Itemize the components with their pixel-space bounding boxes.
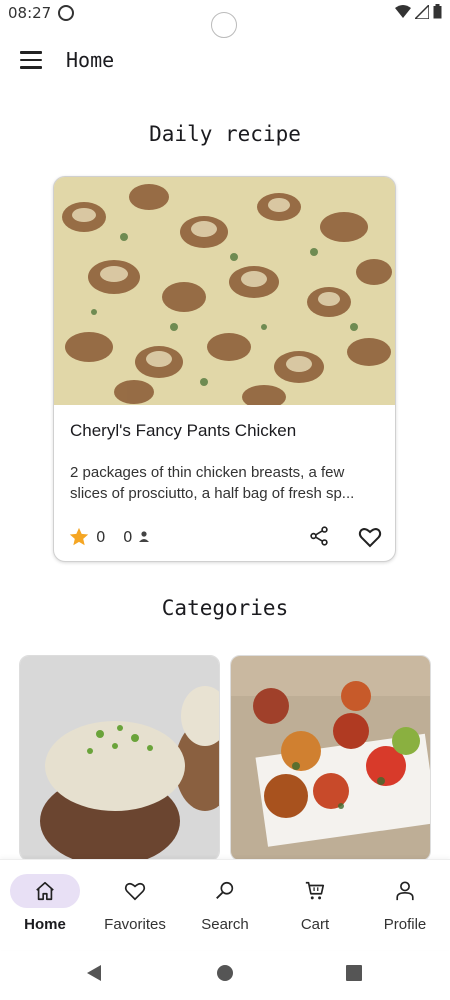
recipe-image <box>54 177 395 405</box>
rating-count: 0 <box>96 528 106 546</box>
recipe-description-line-1: 2 packages of thin chicken breasts, a fe… <box>70 464 345 481</box>
recipe-description: 2 packages of thin chicken breasts, a fe… <box>70 462 380 504</box>
page-title: Home <box>66 48 115 72</box>
status-time: 08:27 <box>8 4 52 22</box>
status-icons <box>395 4 442 19</box>
front-camera-cutout <box>211 12 237 38</box>
category-image <box>231 656 430 860</box>
nav-item-profile[interactable]: Profile <box>360 874 450 944</box>
star-icon <box>69 527 89 546</box>
favorite-heart-icon[interactable] <box>358 525 382 549</box>
category-card[interactable] <box>230 655 431 861</box>
nav-item-favorites[interactable]: Favorites <box>90 874 180 944</box>
wifi-icon <box>395 4 411 18</box>
recipe-footer: 0 0 <box>68 525 384 551</box>
do-not-disturb-icon <box>58 5 74 21</box>
share-icon[interactable] <box>308 525 330 547</box>
person-small-icon <box>139 531 149 542</box>
recipe-title: Cheryl's Fancy Pants Chicken <box>70 421 297 440</box>
search-icon <box>216 881 234 899</box>
system-navigation-bar <box>0 950 450 1000</box>
back-icon[interactable] <box>86 964 102 982</box>
categories-heading: Categories <box>161 596 289 620</box>
home-circle-icon[interactable] <box>216 964 234 982</box>
nav-item-search[interactable]: Search <box>180 874 270 944</box>
nav-label-search: Search <box>201 916 249 933</box>
signal-icon <box>415 4 429 19</box>
home-icon <box>36 881 54 901</box>
status-bar: 08:27 <box>0 0 450 38</box>
category-image <box>20 656 219 860</box>
nav-label-home: Home <box>24 916 66 933</box>
nav-label-favorites: Favorites <box>104 916 166 933</box>
cart-icon <box>305 881 325 900</box>
nav-item-cart[interactable]: Cart <box>270 874 360 944</box>
nav-label-profile: Profile <box>383 916 427 933</box>
bottom-navigation: Home Favorites Search Cart Profile <box>0 859 450 950</box>
category-card[interactable] <box>19 655 220 861</box>
daily-recipe-heading: Daily recipe <box>149 122 301 146</box>
user-count: 0 <box>123 528 133 546</box>
nav-item-home[interactable]: Home <box>0 874 90 944</box>
nav-label-cart: Cart <box>300 916 330 933</box>
app-bar: Home <box>0 40 450 82</box>
nav-active-indicator <box>10 874 80 908</box>
heart-outline-icon <box>124 882 146 901</box>
recipe-description-line-2: slices of prosciutto, a half bag of fres… <box>70 485 355 502</box>
person-icon <box>396 881 414 901</box>
recents-icon[interactable] <box>346 965 362 981</box>
hamburger-menu-icon[interactable] <box>20 51 42 69</box>
battery-icon <box>433 4 442 19</box>
daily-recipe-card[interactable]: Cheryl's Fancy Pants Chicken 2 packages … <box>53 176 396 562</box>
